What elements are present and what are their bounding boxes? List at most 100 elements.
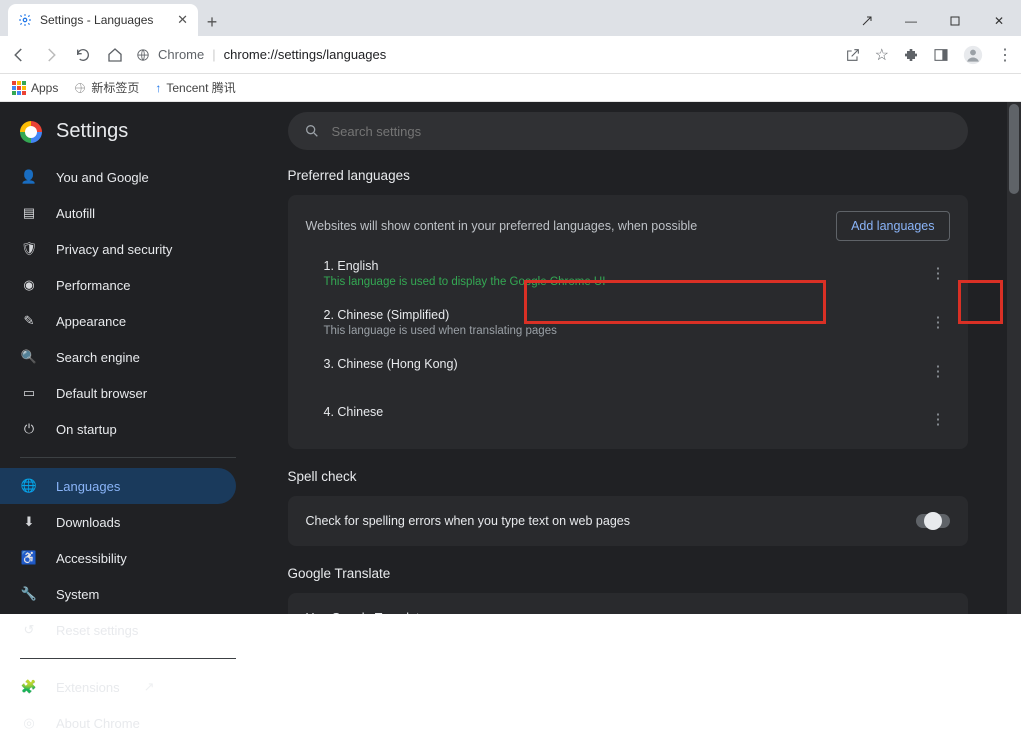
back-button[interactable] bbox=[8, 44, 30, 66]
search-input[interactable] bbox=[332, 124, 952, 139]
language-label: 3. Chinese (Hong Kong) bbox=[324, 357, 458, 371]
apps-bookmark[interactable]: Apps bbox=[12, 81, 58, 95]
tab-title: Settings - Languages bbox=[40, 13, 153, 27]
reload-button[interactable] bbox=[72, 44, 94, 66]
sidebar-item-reset[interactable]: ↺ Reset settings bbox=[0, 612, 236, 648]
language-row: 3. Chinese (Hong Kong) ⋮ bbox=[288, 347, 968, 395]
sidebar-item-accessibility[interactable]: ♿ Accessibility bbox=[0, 540, 236, 576]
language-row: 4. Chinese ⋮ bbox=[288, 395, 968, 449]
scrollbar-thumb[interactable] bbox=[1009, 104, 1019, 194]
bookmark-item[interactable]: 新标签页 bbox=[74, 79, 139, 96]
sidebar-item-label: Appearance bbox=[56, 314, 126, 329]
spell-check-card: Check for spelling errors when you type … bbox=[288, 496, 968, 546]
sidebar-item-privacy[interactable]: 🛡 Privacy and security bbox=[0, 231, 236, 267]
more-options-button[interactable]: ⋮ bbox=[927, 357, 950, 385]
bookmark-label: Apps bbox=[31, 81, 58, 95]
accessibility-icon: ♿ bbox=[20, 550, 38, 566]
gear-icon bbox=[18, 13, 32, 27]
sidebar-item-downloads[interactable]: ⬇ Downloads bbox=[0, 504, 236, 540]
sidebar-item-on-startup[interactable]: ⏻On startup bbox=[0, 411, 236, 447]
autofill-icon: ▤ bbox=[20, 205, 38, 221]
spell-check-toggle[interactable] bbox=[916, 514, 950, 528]
menu-icon[interactable]: ⋮ bbox=[997, 45, 1013, 65]
search-icon bbox=[304, 123, 320, 139]
bookmark-label: 新标签页 bbox=[91, 79, 139, 96]
minimize-button[interactable]: ― bbox=[889, 6, 933, 36]
share-icon[interactable] bbox=[845, 47, 861, 63]
sidebar-item-label: About Chrome bbox=[56, 716, 140, 731]
browser-tab[interactable]: Settings - Languages ✕ bbox=[8, 4, 198, 36]
bookmark-icon[interactable]: ☆ bbox=[875, 45, 889, 65]
language-sublabel: This language is used when translating p… bbox=[324, 325, 557, 337]
sidebar-item-label: Languages bbox=[56, 479, 120, 494]
minimize-button[interactable] bbox=[845, 6, 889, 36]
sidebar-item-label: You and Google bbox=[56, 170, 149, 185]
app-title: Settings bbox=[56, 120, 128, 143]
brush-icon: ✎ bbox=[20, 313, 38, 329]
more-options-button[interactable]: ⋮ bbox=[927, 259, 950, 287]
person-icon: 👤 bbox=[20, 169, 38, 185]
puzzle-icon: 🧩 bbox=[20, 679, 38, 695]
sidebar-item-label: Performance bbox=[56, 278, 130, 293]
card-description: Websites will show content in your prefe… bbox=[306, 219, 698, 233]
forward-button[interactable] bbox=[40, 44, 62, 66]
sidebar-item-performance[interactable]: ◉Performance bbox=[0, 267, 236, 303]
sidebar-item-label: Search engine bbox=[56, 350, 140, 365]
side-panel-icon[interactable] bbox=[933, 47, 949, 63]
sidebar-item-label: Default browser bbox=[56, 386, 147, 401]
power-icon: ⏻ bbox=[20, 421, 38, 437]
close-icon[interactable]: ✕ bbox=[177, 12, 188, 28]
language-label: 4. Chinese bbox=[324, 405, 384, 419]
sidebar-item-you-and-google[interactable]: 👤 You and Google bbox=[0, 159, 236, 195]
maximize-button[interactable] bbox=[933, 6, 977, 36]
sidebar-item-languages[interactable]: 🌐Languages bbox=[0, 468, 236, 504]
new-tab-button[interactable]: + bbox=[198, 8, 226, 36]
sidebar-item-extensions[interactable]: 🧩 Extensions ↗ bbox=[0, 669, 236, 705]
reset-icon: ↺ bbox=[20, 622, 38, 638]
sidebar-item-search-engine[interactable]: 🔍Search engine bbox=[0, 339, 236, 375]
profile-icon[interactable] bbox=[963, 45, 983, 65]
more-options-button[interactable]: ⋮ bbox=[927, 405, 950, 433]
separator bbox=[20, 457, 236, 458]
sidebar-item-label: Extensions bbox=[56, 680, 120, 695]
language-label: 1. English bbox=[324, 259, 606, 273]
sidebar-item-about[interactable]: ◎ About Chrome bbox=[0, 705, 236, 741]
sidebar-item-appearance[interactable]: ✎ Appearance bbox=[0, 303, 236, 339]
bookmark-item[interactable]: ↑Tencent 腾讯 bbox=[155, 79, 235, 96]
search-settings[interactable] bbox=[288, 112, 968, 150]
main-content: Preferred languages Websites will show c… bbox=[256, 102, 1021, 614]
bookmarks-bar: Apps 新标签页 ↑Tencent 腾讯 bbox=[0, 74, 1021, 102]
section-title-preferred: Preferred languages bbox=[288, 168, 968, 183]
sidebar-item-autofill[interactable]: ▤Autofill bbox=[0, 195, 236, 231]
chrome-icon: ◎ bbox=[20, 715, 38, 731]
google-translate-card: Use Google Translate When on, Google Tra… bbox=[288, 593, 968, 614]
highlight-box bbox=[958, 280, 1003, 324]
sidebar-item-label: Privacy and security bbox=[56, 242, 172, 257]
shield-icon: 🛡 bbox=[20, 241, 38, 257]
section-title-spell: Spell check bbox=[288, 469, 968, 484]
scrollbar[interactable] bbox=[1007, 102, 1021, 614]
language-label: 2. Chinese (Simplified) bbox=[324, 308, 557, 322]
sidebar-item-system[interactable]: 🔧System bbox=[0, 576, 236, 612]
extensions-icon[interactable] bbox=[903, 47, 919, 63]
external-icon: ↗ bbox=[144, 679, 155, 695]
sidebar-item-label: Reset settings bbox=[56, 623, 138, 638]
browser-toolbar: Chrome | chrome://settings/languages ☆ ⋮ bbox=[0, 36, 1021, 74]
highlight-box bbox=[524, 280, 826, 324]
home-button[interactable] bbox=[104, 44, 126, 66]
url-host: Chrome bbox=[158, 47, 204, 62]
section-title-translate: Google Translate bbox=[288, 566, 968, 581]
download-icon: ⬇ bbox=[20, 514, 38, 530]
separator bbox=[20, 658, 236, 659]
sidebar-item-label: Downloads bbox=[56, 515, 120, 530]
more-options-button[interactable]: ⋮ bbox=[927, 308, 950, 336]
sidebar-item-default-browser[interactable]: ▭Default browser bbox=[0, 375, 236, 411]
chrome-logo-icon bbox=[20, 121, 42, 143]
address-bar[interactable]: Chrome | chrome://settings/languages bbox=[136, 47, 835, 62]
sidebar-item-label: Accessibility bbox=[56, 551, 127, 566]
settings-app: Settings 👤 You and Google ▤Autofill 🛡 Priv… bbox=[0, 102, 1021, 614]
sidebar: Settings 👤 You and Google ▤Autofill 🛡 Priv… bbox=[0, 102, 256, 614]
add-languages-button[interactable]: Add languages bbox=[836, 211, 949, 241]
globe-icon bbox=[136, 48, 150, 62]
close-window-button[interactable]: ✕ bbox=[977, 6, 1021, 36]
